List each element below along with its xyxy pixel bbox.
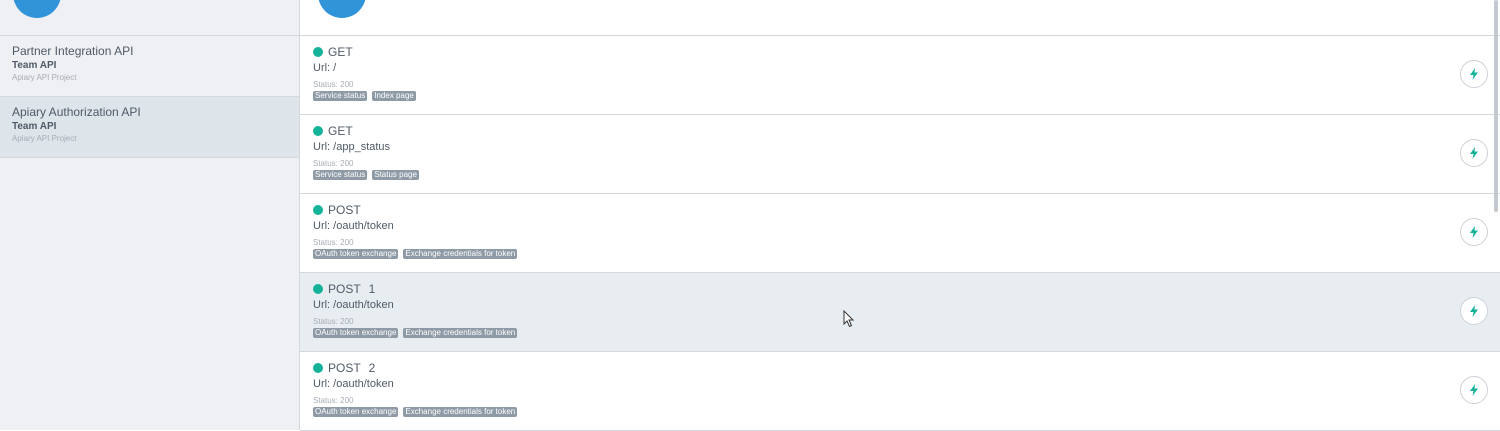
request-list-panel: GET Url: / Status: 200 Service status In… <box>300 0 1500 431</box>
project-team: Team API <box>12 60 57 71</box>
request-row[interactable]: GET Url: /app_status Status: 200 Service… <box>300 115 1500 194</box>
request-tag: Exchange credentials for token <box>403 328 518 338</box>
request-row-hovered[interactable]: POST 1 Url: /oauth/token Status: 200 OAu… <box>300 273 1500 352</box>
status-dot-icon <box>313 363 323 373</box>
project-item[interactable]: Partner Integration API Team API Apiary … <box>0 36 299 97</box>
request-tag: Service status <box>313 170 368 180</box>
request-tag: OAuth token exchange <box>313 407 399 417</box>
request-method: POST <box>328 282 361 296</box>
project-name: Partner Integration API <box>12 44 134 58</box>
request-status: Status: 200 <box>313 159 354 168</box>
request-row[interactable]: GET Url: / Status: 200 Service status In… <box>300 36 1500 115</box>
mouse-pointer-icon <box>843 310 855 328</box>
run-request-button[interactable] <box>1460 139 1488 167</box>
project-name: Apiary Authorization API <box>12 105 141 119</box>
sidebar-action-button[interactable] <box>13 0 61 18</box>
lightning-bolt-icon <box>1470 305 1478 317</box>
request-row[interactable]: POST 2 Url: /oauth/token Status: 200 OAu… <box>300 352 1500 431</box>
request-url: Url: /app_status <box>313 141 391 153</box>
project-team: Team API <box>12 121 57 132</box>
project-type: Apiary API Project <box>12 134 77 143</box>
status-dot-icon <box>313 205 323 215</box>
main-header <box>300 0 1500 36</box>
request-status: Status: 200 <box>313 396 354 405</box>
request-status: Status: 200 <box>313 80 354 89</box>
request-status: Status: 200 <box>313 238 354 247</box>
request-tag: OAuth token exchange <box>313 249 399 259</box>
status-dot-icon <box>313 284 323 294</box>
request-tag: Index page <box>372 91 416 101</box>
project-type: Apiary API Project <box>12 73 77 82</box>
status-dot-icon <box>313 126 323 136</box>
status-dot-icon <box>313 47 323 57</box>
run-request-button[interactable] <box>1460 297 1488 325</box>
run-request-button[interactable] <box>1460 60 1488 88</box>
run-request-button[interactable] <box>1460 376 1488 404</box>
request-method: POST <box>328 203 361 217</box>
run-request-button[interactable] <box>1460 218 1488 246</box>
project-item-selected[interactable]: Apiary Authorization API Team API Apiary… <box>0 97 299 158</box>
main-action-button[interactable] <box>318 0 366 18</box>
request-count: 1 <box>368 282 376 296</box>
request-url: Url: /oauth/token <box>313 220 394 232</box>
request-method: GET <box>328 124 353 138</box>
lightning-bolt-icon <box>1470 384 1478 396</box>
request-tag: Exchange credentials for token <box>403 249 518 259</box>
request-url: Url: /oauth/token <box>313 299 394 311</box>
request-url: Url: /oauth/token <box>313 378 394 390</box>
scrollbar[interactable] <box>1494 0 1498 212</box>
request-method: GET <box>328 45 353 59</box>
sidebar: Partner Integration API Team API Apiary … <box>0 0 300 430</box>
request-method: POST <box>328 361 361 375</box>
request-count: 2 <box>368 361 376 375</box>
request-tag: OAuth token exchange <box>313 328 399 338</box>
request-tag: Status page <box>372 170 419 180</box>
request-url: Url: / <box>313 62 337 74</box>
request-tag: Exchange credentials for token <box>403 407 518 417</box>
request-status: Status: 200 <box>313 317 354 326</box>
lightning-bolt-icon <box>1470 147 1478 159</box>
lightning-bolt-icon <box>1470 226 1478 238</box>
request-row[interactable]: POST Url: /oauth/token Status: 200 OAuth… <box>300 194 1500 273</box>
sidebar-header <box>0 0 299 36</box>
lightning-bolt-icon <box>1470 68 1478 80</box>
request-tag: Service status <box>313 91 368 101</box>
